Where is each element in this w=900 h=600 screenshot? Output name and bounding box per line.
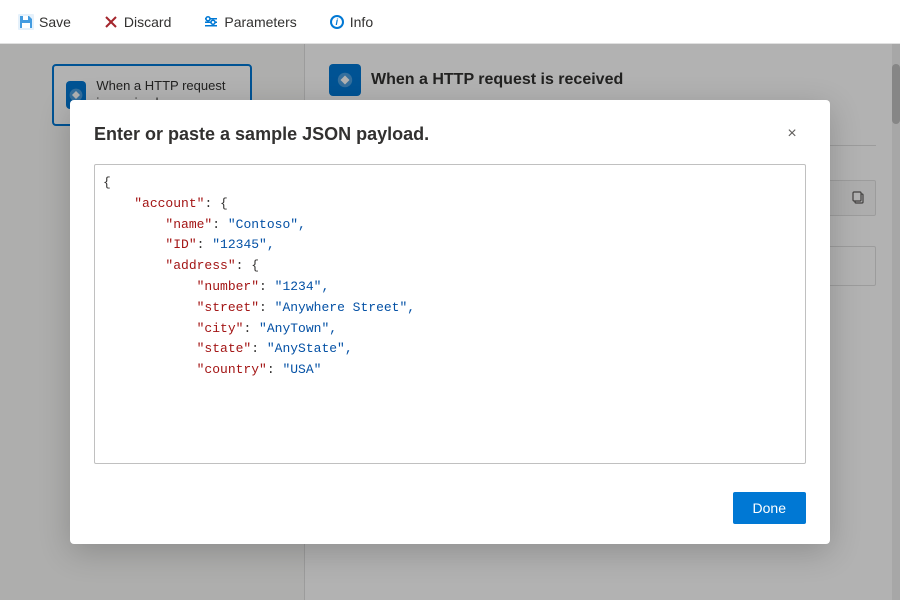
json-line: "account": { xyxy=(103,194,797,215)
parameters-label: Parameters xyxy=(224,14,296,30)
modal-close-button[interactable]: × xyxy=(778,120,806,148)
json-line: "address": { xyxy=(103,256,797,277)
discard-button[interactable]: Discard xyxy=(97,10,177,34)
info-icon: i xyxy=(329,14,345,30)
parameters-icon xyxy=(203,14,219,30)
json-line: "name": "Contoso", xyxy=(103,215,797,236)
modal-title: Enter or paste a sample JSON payload. xyxy=(94,124,429,145)
done-button[interactable]: Done xyxy=(733,492,806,524)
json-line: "state": "AnyState", xyxy=(103,339,797,360)
modal-body: { "account": { "name": "Contoso", "ID": … xyxy=(70,164,830,480)
json-editor[interactable]: { "account": { "name": "Contoso", "ID": … xyxy=(94,164,806,464)
json-line: { xyxy=(103,173,797,194)
json-payload-modal: Enter or paste a sample JSON payload. × … xyxy=(70,100,830,544)
save-icon xyxy=(18,14,34,30)
parameters-button[interactable]: Parameters xyxy=(197,10,302,34)
modal-header: Enter or paste a sample JSON payload. × xyxy=(70,100,830,164)
info-button[interactable]: i Info xyxy=(323,10,379,34)
json-line: "street": "Anywhere Street", xyxy=(103,298,797,319)
main-area: When a HTTP request is received + » When… xyxy=(0,44,900,600)
modal-overlay: Enter or paste a sample JSON payload. × … xyxy=(0,44,900,600)
json-line: "number": "1234", xyxy=(103,277,797,298)
json-line: "country": "USA" xyxy=(103,360,797,381)
save-button[interactable]: Save xyxy=(12,10,77,34)
discard-label: Discard xyxy=(124,14,171,30)
modal-footer: Done xyxy=(70,480,830,544)
json-line: "ID": "12345", xyxy=(103,235,797,256)
info-label: Info xyxy=(350,14,373,30)
discard-icon xyxy=(103,14,119,30)
save-label: Save xyxy=(39,14,71,30)
json-line: "city": "AnyTown", xyxy=(103,319,797,340)
toolbar: Save Discard Parameters i Info xyxy=(0,0,900,44)
